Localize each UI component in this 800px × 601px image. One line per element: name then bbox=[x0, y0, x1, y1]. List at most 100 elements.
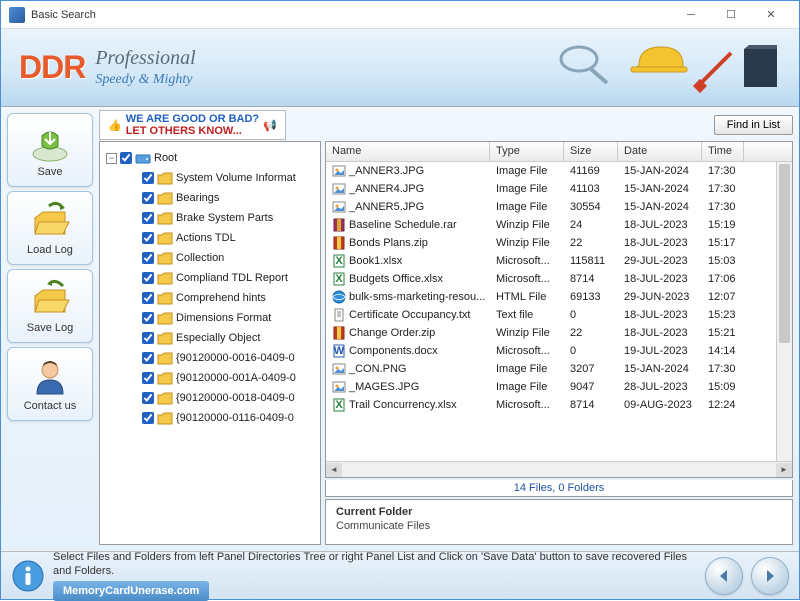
tree-item-label: {90120000-0018-0409-0 bbox=[176, 392, 295, 404]
nav-forward-button[interactable] bbox=[751, 557, 789, 595]
tree-item[interactable]: Especially Object bbox=[104, 328, 316, 348]
sidebar-label: Load Log bbox=[27, 244, 73, 256]
list-body[interactable]: _ANNER3.JPGImage File4116915-JAN-202417:… bbox=[326, 162, 776, 461]
file-date: 28-JUL-2023 bbox=[618, 380, 702, 394]
tree-checkbox[interactable] bbox=[142, 172, 154, 184]
rate-line2: LET OTHERS KNOW... bbox=[126, 125, 259, 137]
tree-item[interactable]: Bearings bbox=[104, 188, 316, 208]
file-name: Book1.xlsx bbox=[349, 255, 402, 267]
file-img-icon bbox=[332, 164, 346, 178]
tree-item[interactable]: {90120000-0018-0409-0 bbox=[104, 388, 316, 408]
maximize-button[interactable]: ☐ bbox=[711, 3, 751, 27]
find-in-list-button[interactable]: Find in List bbox=[714, 115, 793, 135]
file-date: 29-JUL-2023 bbox=[618, 254, 702, 268]
sidebar-contact-button[interactable]: Contact us bbox=[7, 347, 93, 421]
file-row[interactable]: _ANNER3.JPGImage File4116915-JAN-202417:… bbox=[326, 162, 776, 180]
tree-root[interactable]: − Root bbox=[104, 148, 316, 168]
file-row[interactable]: Baseline Schedule.rarWinzip File2418-JUL… bbox=[326, 216, 776, 234]
rate-us-banner[interactable]: 👍 WE ARE GOOD OR BAD? LET OTHERS KNOW...… bbox=[99, 110, 286, 140]
file-time: 15:03 bbox=[702, 254, 744, 268]
tree-item[interactable]: Brake System Parts bbox=[104, 208, 316, 228]
tree-item[interactable]: Dimensions Format bbox=[104, 308, 316, 328]
tree-checkbox[interactable] bbox=[142, 252, 154, 264]
tree-panel[interactable]: − Root System Volume InformatBearingsBra… bbox=[99, 141, 321, 545]
horizontal-scrollbar[interactable]: ◄ ► bbox=[326, 461, 792, 477]
tree-checkbox[interactable] bbox=[142, 392, 154, 404]
file-type: Image File bbox=[490, 380, 564, 394]
file-row[interactable]: XBook1.xlsxMicrosoft...11581129-JUL-2023… bbox=[326, 252, 776, 270]
tree-item-label: Dimensions Format bbox=[176, 312, 271, 324]
tree-checkbox[interactable] bbox=[142, 292, 154, 304]
tree-item[interactable]: {90120000-001A-0409-0 bbox=[104, 368, 316, 388]
folder-icon bbox=[157, 192, 173, 205]
file-xls-icon: X bbox=[332, 254, 346, 268]
file-xls-icon: X bbox=[332, 272, 346, 286]
file-date: 18-JUL-2023 bbox=[618, 326, 702, 340]
tree-checkbox[interactable] bbox=[142, 212, 154, 224]
col-size[interactable]: Size bbox=[564, 142, 618, 161]
tree-item[interactable]: {90120000-0016-0409-0 bbox=[104, 348, 316, 368]
col-time[interactable]: Time bbox=[702, 142, 744, 161]
sidebar-save-button[interactable]: Save bbox=[7, 113, 93, 187]
file-row[interactable]: _ANNER5.JPGImage File3055415-JAN-202417:… bbox=[326, 198, 776, 216]
file-size: 0 bbox=[564, 308, 618, 322]
folder-icon bbox=[157, 172, 173, 185]
tree-checkbox[interactable] bbox=[142, 412, 154, 424]
tree-item[interactable]: Actions TDL bbox=[104, 228, 316, 248]
file-type: Image File bbox=[490, 362, 564, 376]
tree-root-label: Root bbox=[154, 152, 177, 164]
file-row[interactable]: XBudgets Office.xlsxMicrosoft...871418-J… bbox=[326, 270, 776, 288]
col-name[interactable]: Name bbox=[326, 142, 490, 161]
file-row[interactable]: XTrail Concurrency.xlsxMicrosoft...87140… bbox=[326, 396, 776, 414]
nav-back-button[interactable] bbox=[705, 557, 743, 595]
file-date: 15-JAN-2024 bbox=[618, 182, 702, 196]
save-icon bbox=[29, 122, 71, 164]
folder-icon bbox=[157, 272, 173, 285]
file-type: Image File bbox=[490, 164, 564, 178]
close-button[interactable]: ✕ bbox=[751, 3, 791, 27]
vertical-scrollbar[interactable] bbox=[776, 162, 792, 461]
file-row[interactable]: Bonds Plans.zipWinzip File2218-JUL-20231… bbox=[326, 234, 776, 252]
tree-checkbox[interactable] bbox=[142, 192, 154, 204]
file-row[interactable]: Certificate Occupancy.txtText file018-JU… bbox=[326, 306, 776, 324]
folder-icon bbox=[157, 352, 173, 365]
tree-item-label: {90120000-0116-0409-0 bbox=[176, 412, 294, 424]
svg-text:W: W bbox=[334, 345, 345, 357]
tree-item[interactable]: Collection bbox=[104, 248, 316, 268]
file-date: 15-JAN-2024 bbox=[618, 200, 702, 214]
file-row[interactable]: Change Order.zipWinzip File2218-JUL-2023… bbox=[326, 324, 776, 342]
sidebar-savelog-button[interactable]: Save Log bbox=[7, 269, 93, 343]
website-link[interactable]: MemoryCardUnerase.com bbox=[53, 581, 209, 601]
current-folder-name: Communicate Files bbox=[336, 520, 782, 532]
tree-item[interactable]: Comprehend hints bbox=[104, 288, 316, 308]
tree-checkbox[interactable] bbox=[142, 352, 154, 364]
minimize-button[interactable]: ─ bbox=[671, 3, 711, 27]
file-row[interactable]: _ANNER4.JPGImage File4110315-JAN-202417:… bbox=[326, 180, 776, 198]
file-date: 19-JUL-2023 bbox=[618, 344, 702, 358]
scroll-left-icon[interactable]: ◄ bbox=[326, 463, 342, 477]
tree-item[interactable]: {90120000-0116-0409-0 bbox=[104, 408, 316, 428]
file-row[interactable]: _CON.PNGImage File320715-JAN-202417:30 bbox=[326, 360, 776, 378]
file-time: 15:09 bbox=[702, 380, 744, 394]
scroll-right-icon[interactable]: ► bbox=[776, 463, 792, 477]
tree-checkbox[interactable] bbox=[142, 332, 154, 344]
file-time: 15:21 bbox=[702, 326, 744, 340]
tree-checkbox[interactable] bbox=[142, 272, 154, 284]
collapse-icon[interactable]: − bbox=[106, 153, 117, 164]
tree-item-label: Compliand TDL Report bbox=[176, 272, 288, 284]
tree-root-checkbox[interactable] bbox=[120, 152, 132, 164]
file-type: Microsoft... bbox=[490, 398, 564, 412]
tree-item[interactable]: Compliand TDL Report bbox=[104, 268, 316, 288]
file-row[interactable]: _MAGES.JPGImage File904728-JUL-202315:09 bbox=[326, 378, 776, 396]
tree-item[interactable]: System Volume Informat bbox=[104, 168, 316, 188]
col-type[interactable]: Type bbox=[490, 142, 564, 161]
file-row[interactable]: WComponents.docxMicrosoft...019-JUL-2023… bbox=[326, 342, 776, 360]
sidebar-load-button[interactable]: Load Log bbox=[7, 191, 93, 265]
file-name: Trail Concurrency.xlsx bbox=[349, 399, 457, 411]
tree-checkbox[interactable] bbox=[142, 312, 154, 324]
file-row[interactable]: bulk-sms-marketing-resou...HTML File6913… bbox=[326, 288, 776, 306]
tree-checkbox[interactable] bbox=[142, 232, 154, 244]
tree-checkbox[interactable] bbox=[142, 372, 154, 384]
col-date[interactable]: Date bbox=[618, 142, 702, 161]
savelog-icon bbox=[29, 278, 71, 320]
